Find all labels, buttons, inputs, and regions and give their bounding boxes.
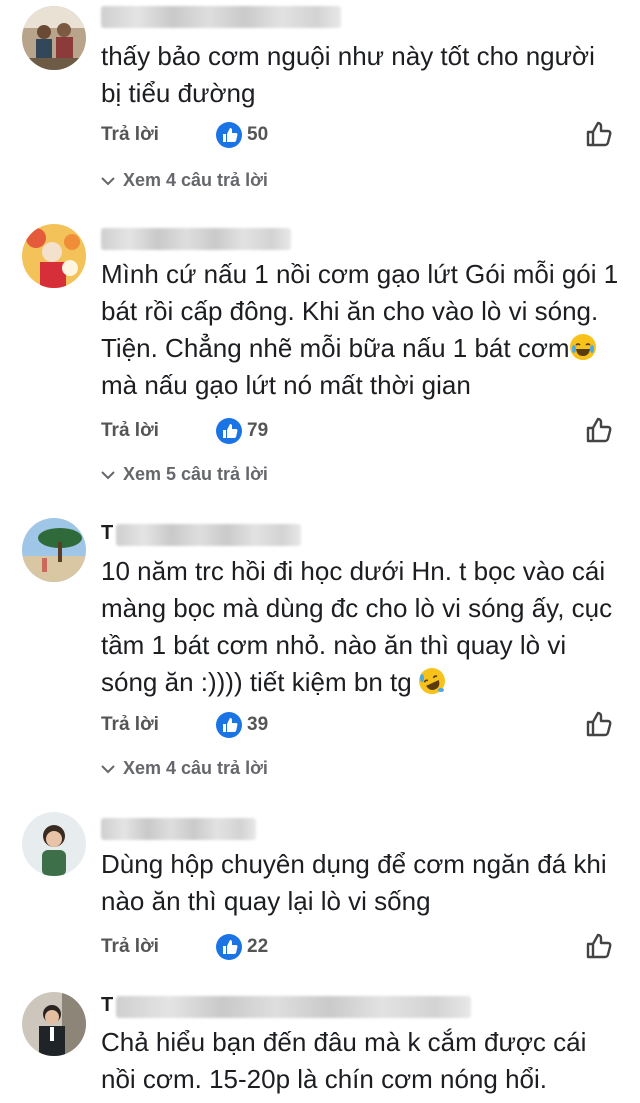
avatar[interactable] [22, 6, 86, 70]
thumbs-up-filled-icon [216, 418, 242, 444]
like-count: 79 [247, 420, 269, 441]
commenter-name-initial: T [101, 994, 114, 1016]
comment-text: thấy bảo cơm nguội như này tốt cho người… [101, 41, 603, 108]
view-replies-link[interactable]: Xem 4 câu trả lời [101, 758, 268, 779]
thumbs-up-outline-icon[interactable] [583, 930, 615, 962]
blurred-commenter-name [116, 524, 301, 546]
avatar[interactable] [22, 812, 86, 876]
thumbs-up-outline-icon[interactable] [583, 118, 615, 150]
blurred-commenter-name [101, 818, 256, 840]
comment-text: 10 năm trc hồi đi học dưới Hn. t bọc vào… [101, 553, 621, 701]
rolling-on-floor-laughing-icon [418, 668, 445, 694]
view-replies-link[interactable]: Xem 5 câu trả lời [101, 464, 268, 485]
reply-button[interactable]: Trả lời [101, 124, 159, 146]
view-replies-label: Xem 5 câu trả lời [123, 464, 268, 484]
avatar[interactable] [22, 224, 86, 288]
blurred-commenter-name [101, 228, 291, 250]
view-replies-link[interactable]: Xem 4 câu trả lời [101, 170, 268, 191]
avatar[interactable] [22, 518, 86, 582]
chevron-down-icon [101, 170, 115, 191]
reply-button[interactable]: Trả lời [101, 420, 159, 442]
like-count: 22 [247, 936, 269, 957]
like-count: 50 [247, 124, 269, 145]
thumbs-up-filled-icon [216, 712, 242, 738]
thumbs-up-outline-icon[interactable] [583, 414, 615, 446]
chevron-down-icon [101, 758, 115, 779]
thumbs-up-filled-icon [216, 122, 242, 148]
comment-text: Mình cứ nấu 1 nồi cơm gạo lứt Gói mỗi gó… [101, 256, 621, 404]
view-replies-label: Xem 4 câu trả lời [123, 758, 268, 778]
comment-text: Chả hiểu bạn đến đâu mà k cắm được cái n… [101, 1027, 594, 1094]
like-count: 39 [247, 714, 269, 735]
reply-button[interactable]: Trả lời [101, 714, 159, 736]
reply-button[interactable]: Trả lời [101, 936, 159, 958]
comment-text: Dùng hộp chuyên dụng để cơm ngăn đá khi … [101, 849, 614, 916]
commenter-name-initial: T [101, 522, 114, 544]
thumbs-up-outline-icon[interactable] [583, 708, 615, 740]
comment-text-part: 10 năm trc hồi đi học dưới Hn. t bọc vào… [101, 556, 620, 697]
chevron-down-icon [101, 464, 115, 485]
blurred-commenter-name [101, 6, 341, 28]
thumbs-up-filled-icon [216, 934, 242, 960]
comment-text-part: Mình cứ nấu 1 nồi cơm gạo lứt Gói mỗi gó… [101, 259, 626, 363]
face-with-tears-of-joy-icon [569, 334, 596, 360]
blurred-commenter-name [116, 996, 471, 1018]
avatar[interactable] [22, 992, 86, 1056]
view-replies-label: Xem 4 câu trả lời [123, 170, 268, 190]
